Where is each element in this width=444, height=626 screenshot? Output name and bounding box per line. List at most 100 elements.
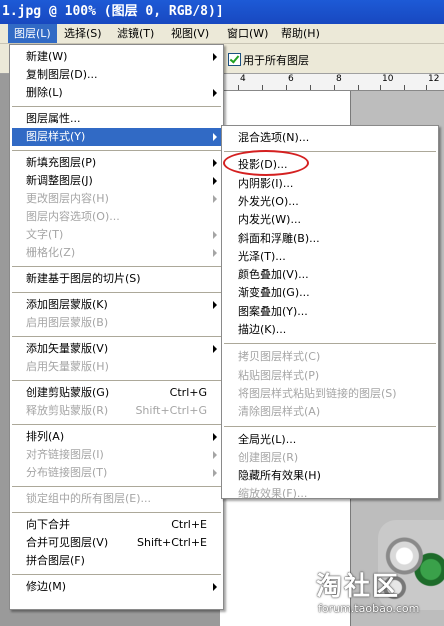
menu-item-label: 分布链接图层(T) — [26, 466, 108, 479]
menu-item[interactable]: 图层属性... — [12, 110, 221, 128]
menu-item: 粘贴图层样式(P) — [224, 367, 436, 385]
menu-item[interactable]: 全局光(L)... — [224, 431, 436, 449]
menu-item: 将图层样式粘贴到链接的图层(S) — [224, 385, 436, 403]
menu-item-label: 创建图层(R) — [238, 450, 299, 464]
menu-window[interactable]: 窗口(W) — [221, 24, 274, 43]
menu-item-label: 渐变叠加(G)... — [238, 286, 310, 300]
menu-item[interactable]: 渐变叠加(G)... — [224, 284, 436, 302]
menu-item[interactable]: 新建基于图层的切片(S) — [12, 270, 221, 288]
menu-item: 栅格化(Z) — [12, 244, 221, 262]
menu-item-label: 图层内容选项(O)... — [26, 210, 120, 223]
menu-item[interactable]: 内发光(W)... — [224, 211, 436, 229]
submenu-arrow-icon — [213, 451, 217, 459]
menu-item[interactable]: 新调整图层(J) — [12, 172, 221, 190]
menu-item-label: 图层样式(Y) — [26, 130, 86, 143]
menu-item-label: 新调整图层(J) — [26, 174, 93, 187]
menu-separator — [224, 343, 436, 345]
menu-item[interactable]: 外发光(O)... — [224, 193, 436, 211]
menu-item: 文字(T) — [12, 226, 221, 244]
menu-item: 清除图层样式(A) — [224, 403, 436, 421]
menu-item[interactable]: 光泽(T)... — [224, 248, 436, 266]
menu-item[interactable]: 创建剪贴蒙版(G) Ctrl+G — [12, 384, 221, 402]
menu-item[interactable]: 内阴影(I)... — [224, 175, 436, 193]
menu-item-label: 颜色叠加(V)... — [238, 268, 309, 282]
submenu-arrow-icon — [213, 133, 217, 141]
menu-item-shortcut: Ctrl+E — [171, 518, 207, 531]
menu-item[interactable]: 混合选项(N)... — [224, 129, 436, 147]
menu-item[interactable]: 修边(M) — [12, 578, 221, 596]
menu-item-label: 斜面和浮雕(B)... — [238, 231, 320, 245]
submenu-arrow-icon — [213, 89, 217, 97]
menu-item-label: 内发光(W)... — [238, 213, 301, 227]
menu-item: 拷贝图层样式(C) — [224, 348, 436, 366]
menu-layer[interactable]: 图层(L) — [8, 24, 57, 43]
menu-separator — [224, 425, 436, 427]
watermark: 淘社区 forum.taobao.com — [316, 566, 419, 615]
menu-help[interactable]: 帮助(H) — [275, 24, 326, 43]
ruler-label: 10 — [382, 74, 394, 84]
menu-item-label: 外发光(O)... — [238, 194, 299, 208]
ruler-label: 8 — [336, 74, 342, 84]
menu-item-label: 添加矢量蒙版(V) — [26, 342, 109, 355]
menu-item[interactable]: 合并可见图层(V) Shift+Ctrl+E — [12, 534, 221, 552]
all-layers-checkbox[interactable] — [228, 53, 241, 66]
menu-item[interactable]: 图层样式(Y) — [12, 128, 221, 146]
menu-item: 创建图层(R) — [224, 449, 436, 467]
menu-separator — [12, 512, 221, 513]
watermark-logo: 淘社区 — [316, 572, 401, 602]
submenu-arrow-icon — [213, 469, 217, 477]
menu-item-label: 锁定组中的所有图层(E)... — [26, 492, 152, 505]
ruler-label: 6 — [288, 74, 294, 84]
menu-item-label: 图案叠加(Y)... — [238, 304, 308, 318]
menu-item[interactable]: 新建(W) — [12, 48, 221, 66]
menu-item-label: 删除(L) — [26, 86, 63, 99]
layer-menu: 新建(W) 复制图层(D)... 删除(L) 图层属性... 图层样式(Y) 新填充图层(… — [9, 44, 224, 610]
menu-item-label: 拷贝图层样式(C) — [238, 350, 321, 364]
menu-item-label: 清除图层样式(A) — [238, 405, 321, 419]
menu-item: 图层内容选项(O)... — [12, 208, 221, 226]
menu-item[interactable]: 添加矢量蒙版(V) — [12, 340, 221, 358]
menu-item: 启用矢量蒙版(H) — [12, 358, 221, 376]
menu-item: 启用图层蒙版(B) — [12, 314, 221, 332]
top-ruler: 4 6 8 10 12 — [220, 74, 444, 91]
menu-item-label: 文字(T) — [26, 228, 64, 241]
menu-select[interactable]: 选择(S) — [58, 24, 108, 43]
menu-separator — [12, 424, 221, 425]
menu-item[interactable]: 向下合并 Ctrl+E — [12, 516, 221, 534]
menu-item[interactable]: 复制图层(D)... — [12, 66, 221, 84]
menu-item[interactable]: 颜色叠加(V)... — [224, 266, 436, 284]
drop-shadow-highlight-circle — [223, 150, 309, 176]
menu-item[interactable]: 描边(K)... — [224, 321, 436, 339]
menu-item[interactable]: 拼合图层(F) — [12, 552, 221, 570]
layer-style-submenu: 混合选项(N)... 投影(D)... 内阴影(I)... 外发光(O)... 内发光(… — [221, 125, 439, 500]
menu-item[interactable]: 新填充图层(P) — [12, 154, 221, 172]
submenu-arrow-icon — [213, 433, 217, 441]
menu-separator — [12, 266, 221, 267]
menu-item: 更改图层内容(H) — [12, 190, 221, 208]
menu-item-label: 排列(A) — [26, 430, 65, 443]
menu-item-label: 启用矢量蒙版(H) — [26, 360, 109, 373]
menu-item-label: 更改图层内容(H) — [26, 192, 109, 205]
menu-item-label: 释放剪贴蒙版(R) — [26, 404, 109, 417]
submenu-arrow-icon — [213, 345, 217, 353]
menu-item[interactable]: 删除(L) — [12, 84, 221, 102]
menu-item: 对齐链接图层(I) — [12, 446, 221, 464]
menu-view[interactable]: 视图(V) — [165, 24, 215, 43]
menu-item: 分布链接图层(T) — [12, 464, 221, 482]
menu-filter[interactable]: 滤镜(T) — [111, 24, 160, 43]
menu-separator — [12, 486, 221, 487]
menu-item[interactable]: 隐藏所有效果(H) — [224, 467, 436, 485]
menu-item: 释放剪贴蒙版(R) Shift+Ctrl+G — [12, 402, 221, 420]
menu-item-label: 添加图层蒙版(K) — [26, 298, 108, 311]
menu-item[interactable]: 斜面和浮雕(B)... — [224, 230, 436, 248]
menu-item[interactable]: 排列(A) — [12, 428, 221, 446]
ruler-label: 4 — [240, 74, 246, 84]
menu-item[interactable]: 图案叠加(Y)... — [224, 303, 436, 321]
menu-item-label: 修边(M) — [26, 580, 67, 593]
menu-item-label: 新建(W) — [26, 50, 68, 63]
ruler-label: 12 — [428, 74, 440, 84]
menu-item[interactable]: 添加图层蒙版(K) — [12, 296, 221, 314]
menu-item: 缩放效果(F)... — [224, 485, 436, 503]
menu-item-label: 缩放效果(F)... — [238, 487, 308, 501]
menu-item-label: 描边(K)... — [238, 323, 287, 336]
